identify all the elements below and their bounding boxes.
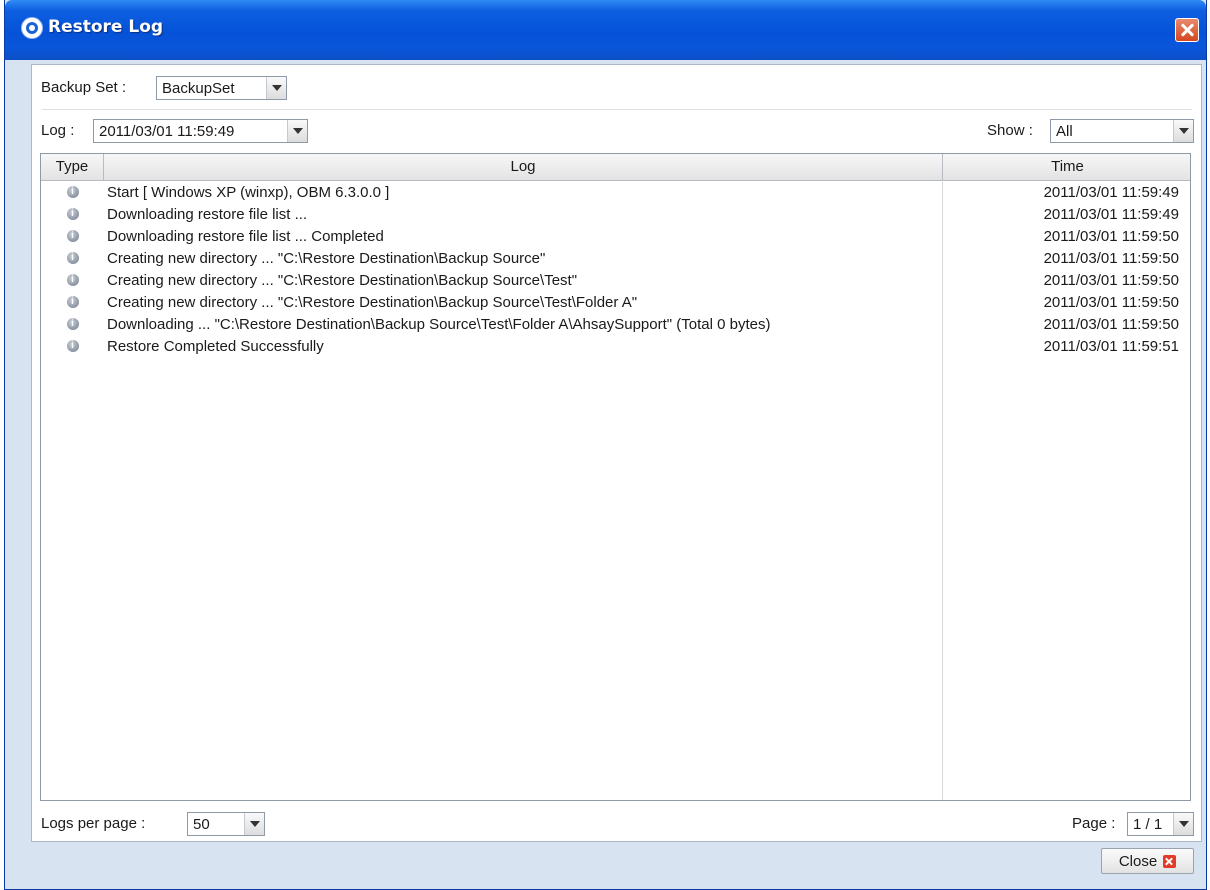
- info-icon: [66, 226, 79, 247]
- time-cell: 2011/03/01 11:59:49: [1043, 206, 1179, 223]
- type-cell: [41, 314, 104, 336]
- log-cell: Downloading restore file list ...: [104, 204, 943, 226]
- log-value: 2011/03/01 11:59:49: [99, 122, 235, 140]
- log-cell: Creating new directory ... "C:\Restore D…: [104, 248, 943, 270]
- info-icon: [66, 204, 79, 225]
- info-icon: [66, 336, 79, 357]
- info-icon: [66, 314, 79, 335]
- page-value: 1 / 1: [1133, 815, 1163, 833]
- type-cell: [41, 270, 104, 292]
- log-cell: Start [ Windows XP (winxp), OBM 6.3.0.0 …: [104, 182, 943, 204]
- time-cell: 2011/03/01 11:59:51: [1043, 338, 1179, 355]
- close-button-label: Close: [1118, 852, 1158, 870]
- table-row[interactable]: Creating new directory ... "C:\Restore D…: [41, 248, 1190, 270]
- page-label: Page :: [1072, 815, 1116, 832]
- content-panel: Backup Set : BackupSet Log : 2011/03/01 …: [31, 64, 1202, 842]
- backup-set-value: BackupSet: [162, 79, 235, 97]
- title-bar[interactable]: Restore Log: [5, 0, 1206, 60]
- column-header-time[interactable]: Time: [943, 154, 1190, 181]
- log-cell: Creating new directory ... "C:\Restore D…: [104, 292, 943, 314]
- app-icon: [21, 17, 43, 39]
- window-title: Restore Log: [48, 17, 164, 37]
- type-cell: [41, 226, 104, 248]
- type-cell: [41, 204, 104, 226]
- backup-set-select[interactable]: BackupSet: [156, 76, 287, 100]
- logs-per-page-label: Logs per page :: [41, 815, 146, 832]
- log-table[interactable]: Type Log Time Start [ Windows XP (winxp)…: [40, 153, 1191, 801]
- type-cell: [41, 336, 104, 358]
- table-row[interactable]: Creating new directory ... "C:\Restore D…: [41, 270, 1190, 292]
- log-label: Log :: [41, 122, 75, 139]
- info-icon: [66, 270, 79, 291]
- log-column-filler: [104, 358, 943, 800]
- info-icon: [66, 182, 79, 203]
- logs-per-page-value: 50: [193, 815, 210, 833]
- table-row[interactable]: Start [ Windows XP (winxp), OBM 6.3.0.0 …: [41, 182, 1190, 204]
- time-cell: 2011/03/01 11:59:50: [1043, 228, 1179, 245]
- log-select[interactable]: 2011/03/01 11:59:49: [93, 119, 308, 143]
- table-row[interactable]: Restore Completed Successfully 2011/03/0…: [41, 336, 1190, 358]
- logs-per-page-select[interactable]: 50: [187, 812, 265, 836]
- restore-log-window: Restore Log Backup Set : BackupSet Log :…: [4, 0, 1207, 890]
- column-header-log[interactable]: Log: [104, 154, 943, 181]
- info-icon: [66, 292, 79, 313]
- page-select[interactable]: 1 / 1: [1127, 812, 1194, 836]
- log-cell: Downloading ... "C:\Restore Destination\…: [104, 314, 943, 336]
- close-button[interactable]: Close: [1101, 848, 1194, 874]
- column-header-type[interactable]: Type: [41, 154, 104, 181]
- time-cell: 2011/03/01 11:59:50: [1043, 250, 1179, 267]
- divider: [42, 109, 1192, 110]
- table-row[interactable]: Downloading ... "C:\Restore Destination\…: [41, 314, 1190, 336]
- window-close-button[interactable]: [1175, 18, 1199, 42]
- log-cell: Restore Completed Successfully: [104, 336, 943, 358]
- chevron-down-icon: [1173, 120, 1193, 142]
- log-cell: Downloading restore file list ... Comple…: [104, 226, 943, 248]
- type-cell: [41, 248, 104, 270]
- chevron-down-icon: [1173, 813, 1193, 835]
- show-label: Show :: [987, 122, 1033, 139]
- show-value: All: [1056, 122, 1073, 140]
- show-select[interactable]: All: [1050, 119, 1194, 143]
- time-cell: 2011/03/01 11:59:50: [1043, 316, 1179, 333]
- time-cell: 2011/03/01 11:59:50: [1043, 294, 1179, 311]
- time-cell: 2011/03/01 11:59:50: [1043, 272, 1179, 289]
- table-row[interactable]: Creating new directory ... "C:\Restore D…: [41, 292, 1190, 314]
- table-row[interactable]: Downloading restore file list ... 2011/0…: [41, 204, 1190, 226]
- type-cell: [41, 182, 104, 204]
- chevron-down-icon: [244, 813, 264, 835]
- time-cell: 2011/03/01 11:59:49: [1043, 184, 1179, 201]
- chevron-down-icon: [287, 120, 307, 142]
- close-icon: [1163, 854, 1177, 868]
- log-cell: Creating new directory ... "C:\Restore D…: [104, 270, 943, 292]
- info-icon: [66, 248, 79, 269]
- table-header: Type Log Time: [41, 154, 1190, 181]
- chevron-down-icon: [266, 77, 286, 99]
- table-row[interactable]: Downloading restore file list ... Comple…: [41, 226, 1190, 248]
- backup-set-label: Backup Set :: [41, 79, 127, 96]
- type-cell: [41, 292, 104, 314]
